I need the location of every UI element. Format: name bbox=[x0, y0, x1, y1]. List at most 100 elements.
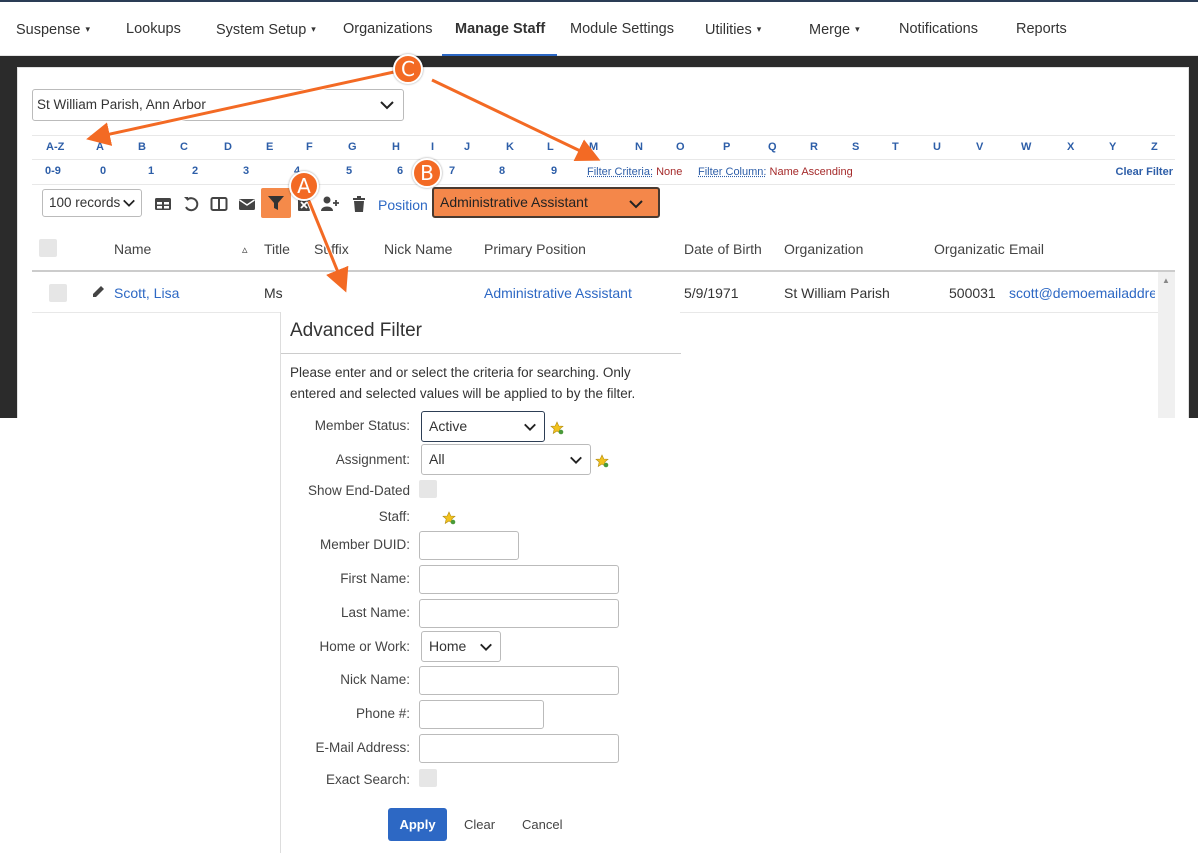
cancel-button[interactable]: Cancel bbox=[522, 817, 562, 832]
favorite-star-icon[interactable] bbox=[442, 511, 456, 525]
number-filter-3[interactable]: 3 bbox=[243, 165, 249, 177]
favorite-star-icon[interactable] bbox=[595, 454, 609, 468]
nav-system-setup[interactable]: System Setup ▾ bbox=[216, 2, 316, 56]
alpha-filter-n[interactable]: N bbox=[635, 141, 643, 153]
alpha-filter-q[interactable]: Q bbox=[768, 141, 777, 153]
number-filter-1[interactable]: 1 bbox=[148, 165, 154, 177]
sort-ascending-icon[interactable]: ▵ bbox=[242, 243, 248, 256]
exact-search-checkbox[interactable] bbox=[419, 769, 437, 787]
alpha-filter-d[interactable]: D bbox=[224, 141, 232, 153]
table-icon[interactable] bbox=[154, 195, 172, 213]
member-duid-input[interactable] bbox=[419, 531, 519, 560]
column-header-date-of-birth[interactable]: Date of Birth bbox=[684, 241, 762, 257]
chevron-down-icon: ▾ bbox=[756, 24, 762, 34]
number-filter-2[interactable]: 2 bbox=[192, 165, 198, 177]
row-checkbox[interactable] bbox=[49, 284, 67, 302]
number-filter-6[interactable]: 6 bbox=[397, 165, 403, 177]
number-filter-5[interactable]: 5 bbox=[346, 165, 352, 177]
nav-utilities[interactable]: Utilities ▾ bbox=[705, 2, 761, 56]
clear-button[interactable]: Clear bbox=[464, 817, 495, 832]
column-header-primary-position[interactable]: Primary Position bbox=[484, 241, 586, 257]
chevron-down-icon bbox=[122, 196, 136, 210]
email-input[interactable] bbox=[419, 734, 619, 763]
records-per-page-select[interactable]: 100 records bbox=[42, 189, 142, 217]
nav-notifications[interactable]: Notifications bbox=[899, 2, 978, 56]
trash-icon[interactable] bbox=[350, 195, 368, 213]
assignment-select[interactable]: All bbox=[421, 444, 591, 475]
alpha-filter-e[interactable]: E bbox=[266, 141, 273, 153]
undo-icon[interactable] bbox=[182, 195, 200, 213]
alpha-filter-z[interactable]: Z bbox=[1151, 141, 1158, 153]
cell-date-of-birth: 5/9/1971 bbox=[684, 285, 739, 301]
add-user-icon[interactable] bbox=[320, 195, 340, 213]
alpha-filter-v[interactable]: V bbox=[976, 141, 983, 153]
alpha-filter-a[interactable]: A bbox=[96, 141, 104, 153]
alpha-filter-k[interactable]: K bbox=[506, 141, 514, 153]
column-header-title[interactable]: Title bbox=[264, 241, 290, 257]
page: Suspense ▾ Lookups System Setup ▾ Organiza… bbox=[0, 0, 1198, 853]
nav-module-settings[interactable]: Module Settings bbox=[570, 2, 674, 56]
organization-select[interactable]: St William Parish, Ann Arbor bbox=[32, 89, 404, 121]
alpha-filter-u[interactable]: U bbox=[933, 141, 941, 153]
number-filter-8[interactable]: 8 bbox=[499, 165, 505, 177]
clear-filter-link[interactable]: Clear Filter bbox=[1116, 166, 1173, 178]
member-status-select[interactable]: Active bbox=[421, 411, 545, 442]
first-name-input[interactable] bbox=[419, 565, 619, 594]
last-name-input[interactable] bbox=[419, 599, 619, 628]
alpha-filter-i[interactable]: I bbox=[431, 141, 434, 153]
alpha-filter-h[interactable]: H bbox=[392, 141, 400, 153]
nav-reports[interactable]: Reports bbox=[1016, 2, 1067, 56]
alpha-filter-c[interactable]: C bbox=[180, 141, 188, 153]
column-header-nick-name[interactable]: Nick Name bbox=[384, 241, 452, 257]
column-header-email[interactable]: Email bbox=[1009, 241, 1044, 257]
column-header-suffix[interactable]: Suffix bbox=[314, 241, 349, 257]
select-all-checkbox[interactable] bbox=[39, 239, 57, 257]
dialog-description: Please enter and or select the criteria … bbox=[290, 365, 636, 401]
alpha-filter-t[interactable]: T bbox=[892, 141, 899, 153]
alpha-filter-j[interactable]: J bbox=[464, 141, 470, 153]
number-filter-7[interactable]: 7 bbox=[449, 165, 455, 177]
alpha-filter-m[interactable]: M bbox=[589, 141, 598, 153]
alpha-filter-x[interactable]: X bbox=[1067, 141, 1074, 153]
number-filter-9[interactable]: 9 bbox=[551, 165, 557, 177]
alpha-filter-o[interactable]: O bbox=[676, 141, 685, 153]
phone-input[interactable] bbox=[419, 700, 544, 729]
cell-primary-position[interactable]: Administrative Assistant bbox=[484, 285, 632, 301]
nav-manage-staff[interactable]: Manage Staff bbox=[455, 2, 545, 56]
alpha-filter-w[interactable]: W bbox=[1021, 141, 1031, 153]
table-scrollbar[interactable]: ▲ bbox=[1158, 272, 1175, 418]
staff-name-link[interactable]: Scott, Lisa bbox=[114, 285, 179, 301]
nav-lookups[interactable]: Lookups bbox=[126, 2, 181, 56]
advanced-filter-button[interactable] bbox=[261, 188, 291, 218]
alpha-filter-s[interactable]: S bbox=[852, 141, 859, 153]
alpha-filter-y[interactable]: Y bbox=[1109, 141, 1116, 153]
column-header-organization[interactable]: Organization bbox=[784, 241, 863, 257]
nav-organizations[interactable]: Organizations bbox=[343, 2, 432, 56]
home-or-work-select[interactable]: Home bbox=[421, 631, 501, 662]
cell-organization-id: 500031 bbox=[949, 285, 996, 301]
scroll-up-icon[interactable]: ▲ bbox=[1162, 276, 1170, 285]
nick-name-input[interactable] bbox=[419, 666, 619, 695]
alpha-filter-l[interactable]: L bbox=[547, 141, 554, 153]
mail-icon[interactable] bbox=[238, 195, 256, 213]
alpha-filter-p[interactable]: P bbox=[723, 141, 730, 153]
alpha-filter-g[interactable]: G bbox=[348, 141, 357, 153]
alpha-filter-a-z[interactable]: A-Z bbox=[46, 141, 64, 153]
alpha-filter-r[interactable]: R bbox=[810, 141, 818, 153]
cell-email[interactable]: scott@demoemailaddre bbox=[1009, 285, 1155, 301]
nav-merge[interactable]: Merge ▾ bbox=[809, 2, 860, 56]
column-header-organization-id[interactable]: Organizatic bbox=[934, 241, 1006, 257]
chevron-down-icon bbox=[524, 423, 536, 431]
favorite-star-icon[interactable] bbox=[550, 421, 564, 435]
alpha-filter-f[interactable]: F bbox=[306, 141, 313, 153]
position-select[interactable]: Administrative Assistant bbox=[432, 187, 660, 218]
columns-icon[interactable] bbox=[210, 195, 228, 213]
number-filter-0-9[interactable]: 0-9 bbox=[45, 165, 61, 177]
nav-suspense[interactable]: Suspense ▾ bbox=[16, 2, 90, 56]
show-end-dated-checkbox[interactable] bbox=[419, 480, 437, 498]
column-header-name[interactable]: Name bbox=[114, 241, 151, 257]
apply-button[interactable]: Apply bbox=[388, 808, 447, 841]
number-filter-0[interactable]: 0 bbox=[100, 165, 106, 177]
alpha-filter-b[interactable]: B bbox=[138, 141, 146, 153]
edit-pencil-icon[interactable] bbox=[91, 284, 106, 299]
